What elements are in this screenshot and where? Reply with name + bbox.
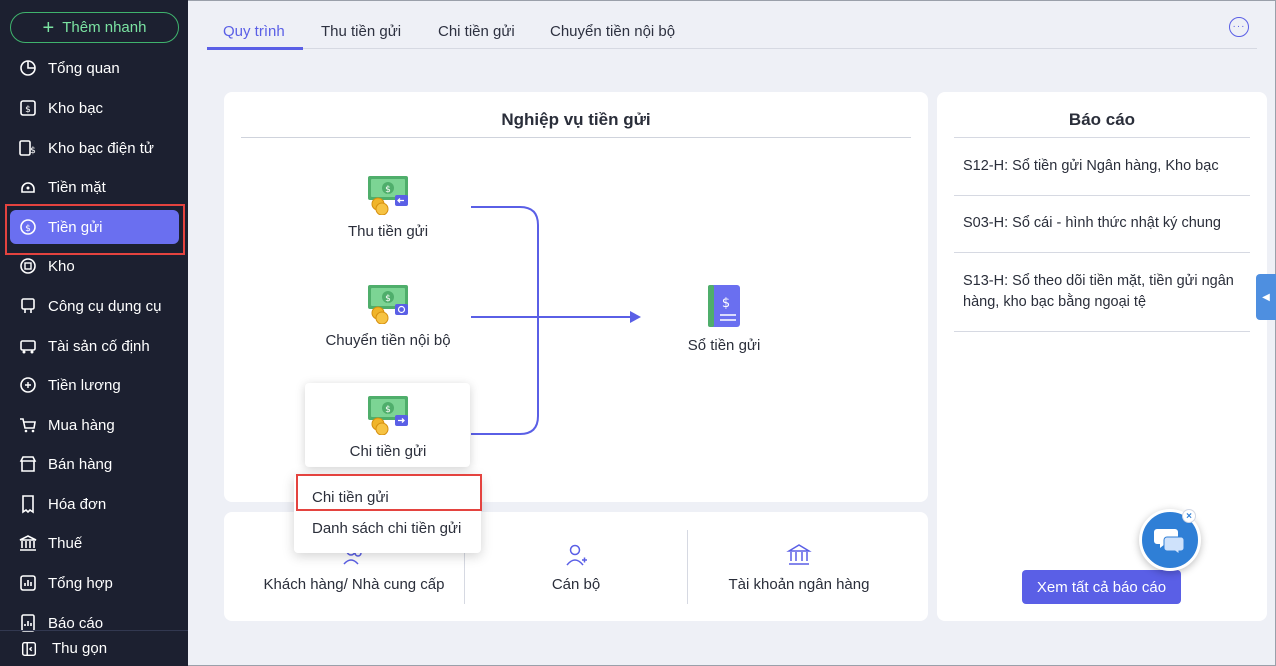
catalog-label: Cán bộ: [551, 576, 601, 593]
svg-text:$: $: [385, 185, 391, 195]
report-title: Báo cáo: [1068, 110, 1136, 129]
flow-node-label: Chuyển tiền nội bộ: [325, 332, 451, 349]
divider: [954, 331, 1250, 332]
chat-icon: [1154, 529, 1185, 555]
report-item-s12[interactable]: S12-H: Sổ tiền gửi Ngân hàng, Kho bạc: [963, 156, 1253, 177]
report-item-s03[interactable]: S03-H: Sổ cái - hình thức nhật ký chung: [963, 213, 1253, 234]
close-chat-icon[interactable]: ×: [1182, 509, 1196, 523]
catalog-label: Khách hàng/ Nhà cung cấp: [263, 576, 445, 593]
see-all-reports-button[interactable]: Xem tất cả báo cáo: [1022, 570, 1181, 604]
svg-text:$: $: [385, 294, 391, 304]
divider: [954, 195, 1250, 196]
bank-icon: [786, 544, 812, 565]
money-transfer-icon: $: [368, 285, 408, 324]
expand-panel-icon[interactable]: ◀: [1256, 274, 1276, 320]
flow-node-pay[interactable]: $ Chi tiền gửi: [338, 393, 438, 460]
catalog-staff[interactable]: Cán bộ: [504, 542, 648, 593]
catalog-bank-accounts[interactable]: Tài khoản ngân hàng: [704, 542, 894, 593]
flow-node-label: Chi tiền gửi: [349, 443, 427, 460]
report-item-s13[interactable]: S13-H: Sổ theo dõi tiền mặt, tiền gửi ng…: [963, 271, 1253, 313]
flow-node-transfer[interactable]: $ Chuyển tiền nội bộ: [316, 282, 460, 349]
money-pay-icon: $: [368, 396, 408, 435]
divider: [687, 530, 688, 604]
ledger-book-icon: $: [708, 285, 740, 327]
money-receive-icon: $: [368, 176, 408, 215]
dropdown-item-pay-deposit[interactable]: Chi tiền gửi: [312, 489, 389, 506]
svg-text:$: $: [385, 405, 391, 415]
dropdown-item-pay-deposit-list[interactable]: Danh sách chi tiền gửi: [312, 520, 461, 537]
catalog-label: Tài khoản ngân hàng: [728, 576, 870, 593]
flow-node-receive[interactable]: $ Thu tiền gửi: [338, 173, 438, 240]
flow-node-ledger[interactable]: $ Sổ tiền gửi: [674, 283, 774, 354]
divider: [954, 252, 1250, 253]
report-card: Báo cáo S12-H: Sổ tiền gửi Ngân hàng, Kh…: [937, 92, 1267, 621]
pay-deposit-dropdown: Chi tiền gửi Danh sách chi tiền gửi: [294, 475, 481, 553]
flow-node-label: Thu tiền gửi: [347, 223, 429, 240]
staff-icon: [566, 544, 587, 566]
divider: [954, 137, 1250, 138]
svg-text:$: $: [722, 296, 730, 311]
flow-node-label: Sổ tiền gửi: [687, 337, 761, 354]
